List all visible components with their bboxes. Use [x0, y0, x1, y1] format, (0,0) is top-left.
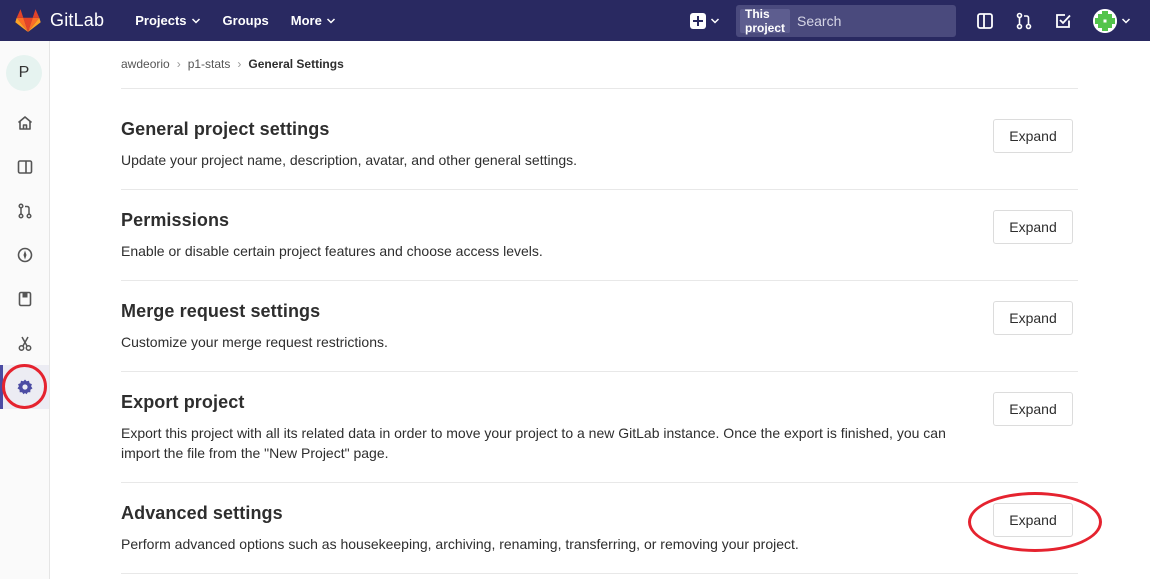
- merge-request-icon: [17, 203, 32, 219]
- divider: [121, 371, 1078, 372]
- section-export-project: Export project Export this project with …: [121, 392, 1078, 463]
- sidebar-item-issues[interactable]: [0, 145, 49, 189]
- nav-projects-dropdown[interactable]: Projects: [135, 13, 200, 28]
- section-title: Permissions: [121, 210, 230, 230]
- nav-links: Projects Groups More: [135, 13, 358, 28]
- brand-name: GitLab: [50, 10, 105, 30]
- sidebar-item-wiki[interactable]: [0, 277, 49, 321]
- nav-more-dropdown[interactable]: More: [291, 13, 336, 28]
- section-description: Enable or disable certain project featur…: [121, 243, 543, 259]
- todo-check-icon[interactable]: [1054, 12, 1072, 30]
- nav-more-label: More: [290, 13, 322, 28]
- section-description: Export this project with all its related…: [121, 425, 946, 461]
- section-permissions: Permissions Enable or disable certain pr…: [121, 210, 1078, 261]
- expand-export-project-button[interactable]: Expand: [993, 392, 1073, 426]
- nav-projects-label: Projects: [135, 13, 187, 28]
- nav-right: This project: [690, 0, 1150, 41]
- search-scope-badge[interactable]: This project: [740, 7, 790, 35]
- sidebar-item-merge-requests[interactable]: [0, 189, 49, 233]
- divider: [121, 573, 1078, 574]
- project-avatar[interactable]: P: [6, 55, 42, 91]
- divider: [121, 482, 1078, 483]
- section-general-project-settings: General project settings Update your pro…: [121, 119, 1078, 170]
- section-advanced-settings: Advanced settings Perform advanced optio…: [121, 503, 1078, 554]
- breadcrumb-project[interactable]: p1-stats: [188, 57, 231, 71]
- nav-groups-link[interactable]: Groups: [223, 13, 269, 28]
- chevron-right-icon: ›: [237, 57, 242, 71]
- chevron-down-icon: [710, 17, 720, 24]
- chevron-right-icon: ›: [176, 57, 181, 71]
- sidebar-item-settings[interactable]: [0, 365, 49, 409]
- chevron-down-icon: [191, 17, 200, 24]
- expand-general-settings-button[interactable]: Expand: [993, 119, 1073, 153]
- section-title: General project settings: [121, 119, 330, 139]
- divider: [121, 88, 1078, 89]
- search-box: This project: [736, 4, 978, 37]
- project-sidebar: P: [0, 41, 50, 579]
- breadcrumb: awdeorio › p1-stats › General Settings: [121, 57, 344, 71]
- gitlab-logo-icon: [15, 8, 41, 32]
- expand-advanced-settings-button[interactable]: Expand: [993, 503, 1073, 537]
- ci-cd-icon: [17, 247, 32, 263]
- snippets-icon: [18, 336, 31, 351]
- sidebar-item-ci-cd[interactable]: [0, 233, 49, 277]
- section-description: Customize your merge request restriction…: [121, 334, 388, 350]
- search-input[interactable]: [790, 4, 978, 37]
- section-merge-request-settings: Merge request settings Customize your me…: [121, 301, 1078, 352]
- sidebar-item-snippets[interactable]: [0, 321, 49, 365]
- chevron-down-icon: [1121, 17, 1131, 24]
- divider: [121, 280, 1078, 281]
- user-avatar: [1093, 8, 1117, 33]
- section-title: Advanced settings: [121, 503, 283, 523]
- section-description: Perform advanced options such as houseke…: [121, 536, 799, 552]
- gitlab-home-link[interactable]: GitLab: [15, 8, 105, 33]
- divider: [121, 189, 1078, 190]
- chevron-down-icon: [326, 17, 335, 24]
- issues-icon: [17, 160, 32, 174]
- sidebar-toggle-icon[interactable]: [976, 12, 994, 30]
- breadcrumb-user[interactable]: awdeorio: [121, 57, 170, 71]
- nav-groups-label: Groups: [222, 13, 269, 28]
- sidebar-item-home[interactable]: [0, 101, 49, 145]
- new-item-dropdown[interactable]: [690, 12, 720, 29]
- breadcrumb-current: General Settings: [248, 57, 344, 71]
- section-title: Export project: [121, 392, 245, 412]
- merge-request-icon[interactable]: [1015, 12, 1033, 30]
- home-icon: [17, 116, 32, 130]
- expand-permissions-button[interactable]: Expand: [993, 210, 1073, 244]
- section-title: Merge request settings: [121, 301, 321, 321]
- section-description: Update your project name, description, a…: [121, 152, 578, 168]
- settings-icon: [17, 379, 32, 395]
- expand-merge-request-settings-button[interactable]: Expand: [993, 301, 1073, 335]
- top-navbar: GitLab Projects Groups More This project: [0, 0, 1150, 41]
- plus-icon: [690, 12, 706, 29]
- wiki-icon: [18, 291, 31, 307]
- user-menu-dropdown[interactable]: [1093, 8, 1131, 33]
